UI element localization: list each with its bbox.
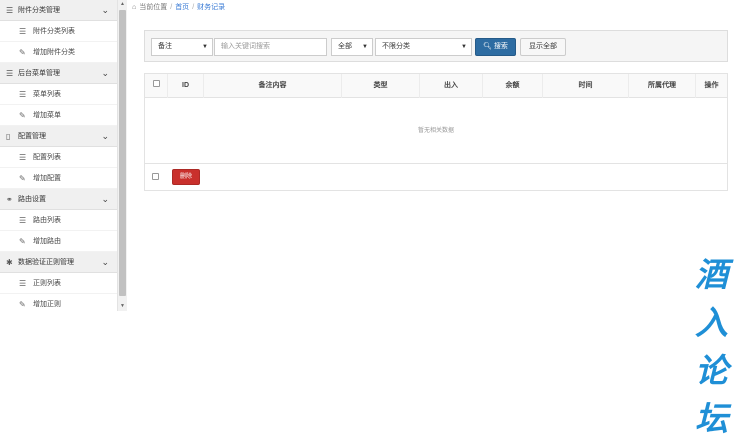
sidebar-item-label: 配置列表 bbox=[33, 154, 61, 161]
sidebar-group-label: 配置管理 bbox=[18, 133, 46, 140]
footer-select-checkbox[interactable] bbox=[152, 173, 159, 180]
pencil-icon: ✎ bbox=[19, 299, 26, 309]
sidebar-group-label: 路由设置 bbox=[18, 196, 46, 203]
document-icon: ▯ bbox=[6, 131, 11, 141]
chevron-down-icon[interactable]: ⌄ bbox=[101, 257, 109, 268]
sidebar-group-attachment-category[interactable]: ☰ 附件分类管理 ⌄ bbox=[0, 0, 117, 21]
breadcrumb-current[interactable]: 财务记录 bbox=[197, 2, 225, 12]
list-icon: ☰ bbox=[19, 215, 27, 225]
status-select[interactable]: 全部 ▼ bbox=[331, 38, 373, 56]
column-header-remark[interactable]: 备注内容 bbox=[203, 74, 341, 98]
column-header-balance[interactable]: 余额 bbox=[482, 74, 542, 98]
sidebar-item-add-menu[interactable]: ✎ 增加菜单 bbox=[0, 105, 117, 126]
list-icon: ☰ bbox=[6, 68, 14, 78]
column-header-id[interactable]: ID bbox=[167, 74, 203, 98]
select-all-checkbox[interactable] bbox=[152, 80, 160, 87]
list-icon: ☰ bbox=[19, 26, 27, 36]
sidebar-group-label: 附件分类管理 bbox=[18, 7, 60, 14]
sidebar-item-label: 菜单列表 bbox=[33, 91, 61, 98]
breadcrumb-home-link[interactable]: 首页 bbox=[175, 2, 189, 12]
main-content: ⌂ 当前位置 / 首页 / 财务记录 备注 ▼ 输入关键词搜索 全部 ▼ 不限分… bbox=[128, 0, 742, 438]
search-button-label: 搜索 bbox=[493, 43, 508, 50]
caret-down-icon: ▼ bbox=[461, 44, 467, 50]
chevron-down-icon[interactable]: ⌄ bbox=[101, 68, 109, 79]
column-header-agent[interactable]: 所属代理 bbox=[628, 74, 695, 98]
sidebar-item-attachment-category-list[interactable]: ☰ 附件分类列表 bbox=[0, 21, 117, 42]
list-icon: ☰ bbox=[19, 89, 27, 99]
list-icon: ☰ bbox=[6, 5, 14, 15]
field-select-value: 备注 bbox=[158, 43, 172, 50]
sidebar-item-menu-list[interactable]: ☰ 菜单列表 bbox=[0, 84, 117, 105]
show-all-button[interactable]: 显示全部 bbox=[520, 38, 566, 56]
sidebar: ☰ 附件分类管理 ⌄ ☰ 附件分类列表 ✎ 增加附件分类 ☰ 后台菜单管理 ⌄ … bbox=[0, 0, 117, 311]
column-header-in-out[interactable]: 出入 bbox=[419, 74, 482, 98]
list-icon: ☰ bbox=[19, 152, 27, 162]
sidebar-item-label: 附件分类列表 bbox=[33, 28, 75, 35]
column-header-time[interactable]: 时间 bbox=[542, 74, 628, 98]
table-footer: 删除 bbox=[145, 164, 727, 190]
link-icon: ⚭ bbox=[6, 194, 13, 204]
column-header-type[interactable]: 类型 bbox=[341, 74, 419, 98]
list-icon: ☰ bbox=[19, 278, 27, 288]
field-select[interactable]: 备注 ▼ bbox=[151, 38, 213, 56]
sidebar-item-label: 增加正则 bbox=[33, 301, 61, 308]
search-icon: 🔍︎ bbox=[483, 43, 492, 50]
finance-records-table: ID 备注内容 类型 出入 余额 时间 所属代理 操作 暂无相关数据 删除 bbox=[144, 73, 728, 191]
sidebar-item-add-attachment-category[interactable]: ✎ 增加附件分类 bbox=[0, 42, 117, 63]
sidebar-item-label: 增加配置 bbox=[33, 175, 61, 182]
sidebar-group-route-settings[interactable]: ⚭ 路由设置 ⌄ bbox=[0, 189, 117, 210]
sidebar-item-regex-list[interactable]: ☰ 正则列表 bbox=[0, 273, 117, 294]
sidebar-group-label: 数据验证正则管理 bbox=[18, 259, 74, 266]
category-select[interactable]: 不限分类 ▼ bbox=[375, 38, 472, 56]
sidebar-group-config-management[interactable]: ▯ 配置管理 ⌄ bbox=[0, 126, 117, 147]
column-header-action: 操作 bbox=[695, 74, 727, 98]
search-input-placeholder: 输入关键词搜索 bbox=[221, 43, 270, 50]
select-all-cell bbox=[145, 74, 167, 98]
search-input[interactable]: 输入关键词搜索 bbox=[214, 38, 327, 56]
table-header: ID 备注内容 类型 出入 余额 时间 所属代理 操作 bbox=[145, 74, 727, 98]
sidebar-item-add-regex[interactable]: ✎ 增加正则 bbox=[0, 294, 117, 311]
scrollbar-thumb[interactable] bbox=[119, 10, 126, 296]
sidebar-item-label: 增加路由 bbox=[33, 238, 61, 245]
sidebar-group-label: 后台菜单管理 bbox=[18, 70, 60, 77]
chevron-down-icon[interactable]: ⌄ bbox=[101, 131, 109, 142]
search-button[interactable]: 🔍︎ 搜索 bbox=[475, 38, 516, 56]
empty-data-message: 暂无相关数据 bbox=[145, 98, 727, 164]
caret-down-icon: ▼ bbox=[202, 44, 208, 50]
category-select-value: 不限分类 bbox=[382, 43, 410, 50]
sidebar-group-regex-management[interactable]: ✱ 数据验证正则管理 ⌄ bbox=[0, 252, 117, 273]
scroll-up-arrow-icon[interactable]: ▲ bbox=[118, 0, 127, 9]
sidebar-item-route-list[interactable]: ☰ 路由列表 bbox=[0, 210, 117, 231]
pencil-icon: ✎ bbox=[19, 173, 26, 183]
chevron-down-icon[interactable]: ⌄ bbox=[101, 194, 109, 205]
sidebar-item-add-config[interactable]: ✎ 增加配置 bbox=[0, 168, 117, 189]
scroll-down-arrow-icon[interactable]: ▼ bbox=[118, 302, 127, 311]
home-icon: ⌂ bbox=[132, 3, 137, 11]
status-select-value: 全部 bbox=[338, 43, 352, 50]
sidebar-item-config-list[interactable]: ☰ 配置列表 bbox=[0, 147, 117, 168]
pencil-icon: ✎ bbox=[19, 47, 26, 57]
sidebar-item-label: 路由列表 bbox=[33, 217, 61, 224]
sidebar-item-label: 增加附件分类 bbox=[33, 49, 75, 56]
breadcrumb-prefix: 当前位置 bbox=[139, 4, 168, 11]
breadcrumb-separator: / bbox=[170, 3, 173, 11]
delete-button[interactable]: 删除 bbox=[172, 169, 200, 185]
sidebar-item-label: 正则列表 bbox=[33, 280, 61, 287]
chevron-down-icon[interactable]: ⌄ bbox=[101, 5, 109, 16]
breadcrumb-separator: / bbox=[192, 3, 195, 11]
sidebar-group-menu-management[interactable]: ☰ 后台菜单管理 ⌄ bbox=[0, 63, 117, 84]
filter-bar: 备注 ▼ 输入关键词搜索 全部 ▼ 不限分类 ▼ 🔍︎ 搜索 显示全部 bbox=[144, 30, 728, 62]
asterisk-icon: ✱ bbox=[6, 257, 13, 267]
sidebar-item-add-route[interactable]: ✎ 增加路由 bbox=[0, 231, 117, 252]
pencil-icon: ✎ bbox=[19, 110, 26, 120]
watermark-text: 酒入论坛 bbox=[695, 255, 729, 438]
pencil-icon: ✎ bbox=[19, 236, 26, 246]
sidebar-item-label: 增加菜单 bbox=[33, 112, 61, 119]
sidebar-scrollbar[interactable]: ▲ ▼ bbox=[117, 0, 127, 311]
caret-down-icon: ▼ bbox=[362, 44, 368, 50]
breadcrumb: ⌂ 当前位置 / 首页 / 财务记录 bbox=[132, 2, 225, 12]
